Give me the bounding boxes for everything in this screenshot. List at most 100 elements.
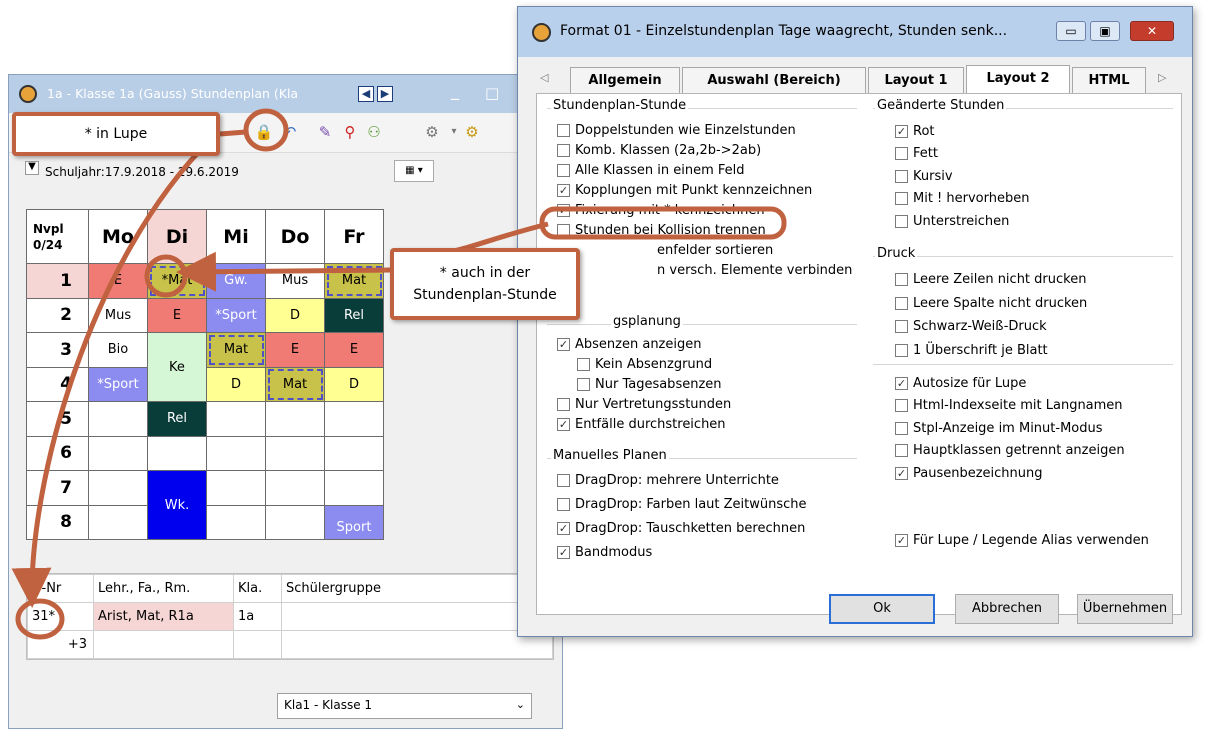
checkbox-box[interactable] [895,421,908,435]
lesson-cell[interactable]: Mus [88,297,148,333]
checkbox-box[interactable] [557,143,570,157]
checkbox-sortieren[interactable]: enfelder sortieren [557,240,852,260]
lesson-cell-fixed[interactable]: *Mat [147,263,207,299]
empty-cell[interactable] [206,504,266,540]
checkbox-absenzen[interactable]: ✓ Absenzen anzeigen [557,334,731,354]
checkbox-box[interactable]: ✓ [895,533,908,547]
checkbox-schwarz-weiss[interactable]: Schwarz-Weiß-Druck [895,315,1087,339]
checkbox-dragdrop-farben[interactable]: DragDrop: Farben laut Zeitwünsche [557,492,807,516]
empty-cell[interactable] [265,470,325,506]
checkbox-box[interactable] [895,214,908,228]
checkbox-bandmodus[interactable]: ✓ Bandmodus [557,540,807,564]
lesson-cell[interactable]: D [324,366,384,402]
empty-cell[interactable] [147,435,207,471]
gear-icon[interactable]: ⚙ [461,121,483,143]
apply-button[interactable]: Übernehmen [1077,594,1173,624]
checkbox-komb-klassen[interactable]: Komb. Klassen (2a,2b->2ab) [557,140,852,160]
lock-icon[interactable]: 🔒 [253,121,275,143]
checkbox-box[interactable] [557,473,570,487]
checkbox-box[interactable] [895,320,908,334]
nav-prev-icon[interactable]: ◀ [358,86,374,102]
magnifier-icon[interactable]: ⚲ [339,121,361,143]
checkbox-alle-klassen[interactable]: Alle Klassen in einem Feld [557,160,852,180]
tab-layout1[interactable]: Layout 1 [868,67,964,95]
empty-cell[interactable] [206,401,266,437]
checkbox-vertretungsstunden[interactable]: Nur Vertretungsstunden [557,394,731,414]
nav-next-icon[interactable]: ▶ [377,86,393,102]
empty-cell[interactable] [88,401,148,437]
checkbox-box[interactable]: ✓ [557,337,570,351]
checkbox-leere-spalte[interactable]: Leere Spalte nicht drucken [895,292,1087,316]
checkbox-rot[interactable]: ✓ Rot [895,120,1029,143]
schedule-titlebar[interactable]: 1a - Klasse 1a (Gauss) Stundenplan (Kla … [9,75,562,113]
checkbox-doppelstunden[interactable]: Doppelstunden wie Einzelstunden [557,120,852,140]
people-icon[interactable]: ⚇ [363,121,385,143]
checkbox-entfaelle[interactable]: ✓ Entfälle durchstreichen [557,414,731,434]
table-row[interactable]: +3 [27,630,553,659]
maximize-button[interactable]: □ [485,84,499,102]
lesson-cell[interactable]: D [265,297,325,333]
lesson-cell[interactable]: Sport [324,504,384,540]
checkbox-box[interactable]: ✓ [557,417,570,431]
tab-allgemein[interactable]: Allgemein [570,67,680,95]
lesson-cell[interactable]: Rel [324,297,384,333]
checkbox-box[interactable] [895,273,908,287]
class-select[interactable]: Kla1 - Klasse 1 ⌄ [277,693,532,719]
calendar-picker-icon[interactable]: ▦ ▾ [394,160,434,182]
checkbox-alias[interactable]: ✓ Für Lupe / Legende Alias verwenden [895,530,1149,550]
lesson-cell[interactable]: Ke [147,332,207,402]
checkbox-box[interactable] [895,147,908,161]
empty-cell[interactable] [265,401,325,437]
cancel-button[interactable]: Abbrechen [955,594,1059,624]
checkbox-html-index[interactable]: Html-Indexseite mit Langnamen [895,395,1125,418]
lesson-cell-fixed[interactable]: Mat [265,366,325,402]
tab-auswahl[interactable]: Auswahl (Bereich) [682,67,866,95]
checkbox-pausen[interactable]: ✓ Pausenbezeichnung [895,462,1125,485]
checkbox-hauptklassen[interactable]: Hauptklassen getrennt anzeigen [895,440,1125,463]
checkbox-dragdrop-mehrere[interactable]: DragDrop: mehrere Unterrichte [557,468,807,492]
checkbox-box[interactable] [895,399,908,413]
checkbox-verbinden[interactable]: n versch. Elemente verbinden [557,260,852,280]
lesson-cell[interactable]: E [147,297,207,333]
lesson-cell[interactable]: Rel [147,401,207,437]
tab-html[interactable]: HTML [1072,67,1146,95]
lesson-cell[interactable]: D [206,366,266,402]
checkbox-dragdrop-tauschketten[interactable]: ✓ DragDrop: Tauschketten berechnen [557,516,807,540]
empty-cell[interactable] [88,435,148,471]
settings-icon[interactable]: ⚙ [421,121,443,143]
lesson-cell[interactable]: E [324,332,384,368]
checkbox-box[interactable] [557,163,570,177]
ok-button[interactable]: Ok [829,594,935,624]
checkbox-fett[interactable]: Fett [895,143,1029,166]
checkbox-minut-modus[interactable]: Stpl-Anzeige im Minut-Modus [895,417,1125,440]
checkbox-box[interactable]: ✓ [557,183,570,197]
checkbox-box[interactable]: ✓ [557,203,570,217]
lesson-cell[interactable]: Mus [265,263,325,299]
checkbox-box[interactable] [557,497,570,511]
checkbox-ueberschrift[interactable]: 1 Überschrift je Blatt [895,339,1087,363]
lesson-cell[interactable]: E [88,263,148,299]
dialog-minimize-button[interactable]: ▭ [1056,21,1086,41]
lesson-cell[interactable]: Bio [88,332,148,368]
empty-cell[interactable] [206,470,266,506]
checkbox-box[interactable] [895,296,908,310]
lesson-cell[interactable]: *Sport [88,366,148,402]
checkbox-kursiv[interactable]: Kursiv [895,165,1029,188]
lesson-cell-fixed[interactable]: Mat [324,263,384,299]
empty-cell[interactable] [88,470,148,506]
dialog-close-button[interactable]: ✕ [1130,21,1174,41]
checkbox-kopplungen[interactable]: ✓ Kopplungen mit Punkt kennzeichnen [557,180,852,200]
checkbox-box[interactable] [557,123,570,137]
checkbox-tagesabsenzen[interactable]: Nur Tagesabsenzen [557,374,731,394]
pen-icon[interactable]: ✎ [314,121,336,143]
dialog-maximize-button[interactable]: ▣ [1090,21,1120,41]
checkbox-box[interactable] [895,169,908,183]
lesson-cell[interactable]: Gw. [206,263,266,299]
empty-cell[interactable] [324,401,384,437]
checkbox-leere-zeilen[interactable]: Leere Zeilen nicht drucken [895,268,1087,292]
checkbox-autosize[interactable]: ✓ Autosize für Lupe [895,372,1125,395]
lesson-cell[interactable]: E [265,332,325,368]
checkbox-unterstreichen[interactable]: Unterstreichen [895,210,1029,233]
empty-cell[interactable] [88,504,148,540]
checkbox-box[interactable] [557,223,570,237]
